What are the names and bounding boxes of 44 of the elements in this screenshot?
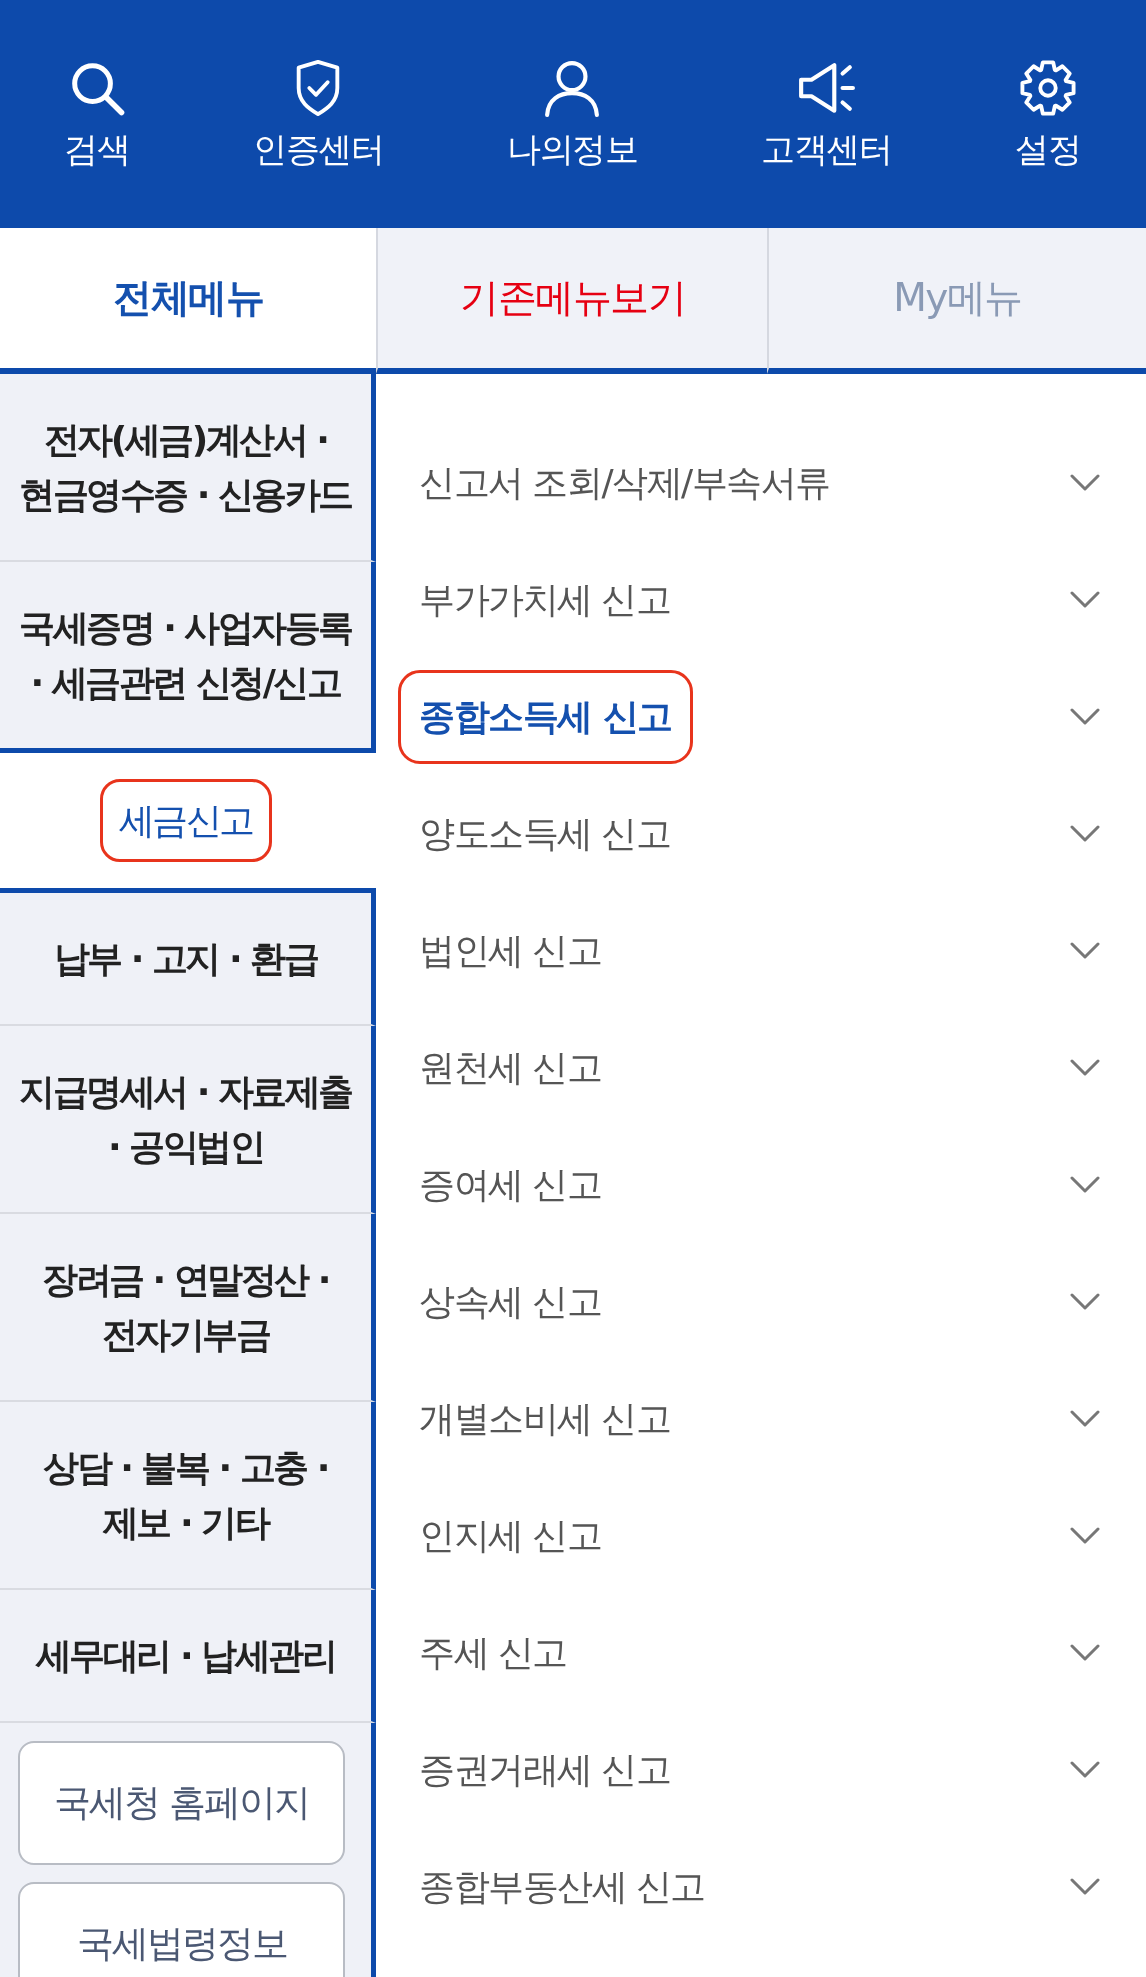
submenu-link[interactable]: 개별소비세 신고 — [398, 1371, 692, 1466]
site-link-button[interactable]: 국세청 홈페이지 — [18, 1741, 345, 1865]
header-button[interactable]: 고객센터 — [761, 58, 891, 170]
chevron-down-icon[interactable] — [1070, 1059, 1100, 1076]
person-icon — [543, 58, 601, 117]
chevron-down-icon[interactable] — [1070, 1176, 1100, 1193]
chevron-down-icon[interactable] — [1070, 1410, 1100, 1427]
submenu-link[interactable]: 종합부동산세 신고 — [398, 1839, 726, 1934]
category-link[interactable]: 납부 · 고지 · 환급 — [48, 928, 323, 989]
submenu-link[interactable]: 신고서 조회/삭제/부속서류 — [398, 435, 851, 530]
submenu-link[interactable]: 부가가치세 신고 — [398, 552, 692, 647]
chevron-down-icon[interactable] — [1070, 1293, 1100, 1310]
chevron-down-icon[interactable] — [1070, 474, 1100, 491]
header-button[interactable]: 인증센터 — [253, 58, 383, 170]
chevron-down-icon[interactable] — [1070, 1644, 1100, 1661]
category-link[interactable]: 국세증명 · 사업자등록 · 세금관련 신청/신고 — [14, 597, 357, 713]
category-link[interactable]: 지급명세서 · 자료제출 · 공익법인 — [14, 1061, 357, 1177]
submenu-link[interactable]: 증권거래세 신고 — [398, 1722, 692, 1817]
submenu-link[interactable]: 증여세 신고 — [398, 1137, 623, 1232]
chevron-down-icon[interactable] — [1070, 1527, 1100, 1544]
category-link[interactable]: 세금신고 — [99, 779, 272, 862]
header-button[interactable]: 검색 — [64, 58, 129, 170]
settings-icon — [1018, 58, 1077, 117]
site-link-button[interactable]: 국세법령정보 — [18, 1882, 345, 1977]
submenu-link[interactable]: 양도소득세 신고 — [398, 786, 692, 881]
category-link[interactable]: 장려금 · 연말정산 · 전자기부금 — [37, 1249, 334, 1365]
chevron-down-icon[interactable] — [1070, 1878, 1100, 1895]
chevron-down-icon[interactable] — [1070, 708, 1100, 725]
submenu-link[interactable]: 종합소득세 신고 — [398, 669, 693, 764]
submenu-link[interactable]: 인지세 신고 — [398, 1488, 623, 1583]
chevron-down-icon[interactable] — [1070, 825, 1100, 842]
submenu-link[interactable]: 법인세 신고 — [398, 903, 623, 998]
submenu-link[interactable]: 주세 신고 — [398, 1605, 588, 1700]
chevron-down-icon[interactable] — [1070, 1761, 1100, 1778]
chevron-down-icon[interactable] — [1070, 942, 1100, 959]
menu-tab[interactable]: 기존메뉴보기 — [376, 228, 767, 374]
chevron-down-icon[interactable] — [1070, 591, 1100, 608]
header-button[interactable]: 나의정보 — [507, 58, 637, 170]
category-link[interactable]: 세무대리 · 납세관리 — [30, 1625, 341, 1686]
submenu-link[interactable]: 원천세 신고 — [398, 1020, 623, 1115]
submenu-link[interactable]: 상속세 신고 — [398, 1254, 623, 1349]
header-button[interactable]: 설정 — [1015, 58, 1080, 170]
category-link[interactable]: 전자(세금)계산서 · 현금영수증 · 신용카드 — [14, 409, 357, 525]
category-link[interactable]: 상담 · 불복 · 고충 · 제보 · 기타 — [38, 1437, 333, 1553]
